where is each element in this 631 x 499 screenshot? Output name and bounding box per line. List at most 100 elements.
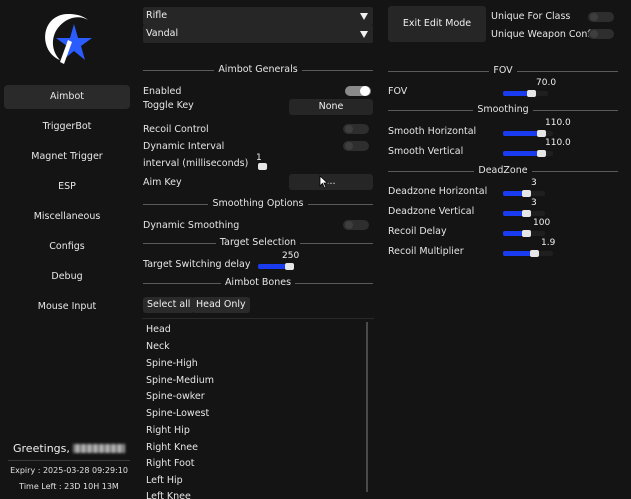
greeting: Greetings, (13, 442, 125, 455)
list-item[interactable]: Left Hip (146, 475, 183, 486)
smooth-vertical-slider[interactable]: 110.0 (503, 138, 571, 157)
recoil-multiplier-slider[interactable]: 1.9 (503, 238, 555, 257)
aimbot-bones-header: Aimbot Bones (143, 277, 373, 289)
select-all-button[interactable]: Select all (143, 297, 195, 313)
interval-label: interval (milliseconds) (143, 158, 249, 169)
greeting-text: Greetings, (13, 442, 70, 455)
header-title: Smoothing (388, 104, 618, 116)
list-item[interactable]: Head (146, 324, 171, 335)
fov-label: FOV (388, 86, 408, 97)
fov-slider[interactable]: 70.0 (503, 78, 556, 97)
aimbot-generals-header: Aimbot Generals (143, 64, 373, 76)
slider-value: 110.0 (545, 138, 571, 148)
enabled-label: Enabled (143, 86, 182, 97)
deadzone-horizontal-slider[interactable]: 3 (503, 178, 545, 197)
sidebar-item-miscellaneous[interactable]: Miscellaneous (4, 205, 130, 229)
slider-value: 1.9 (541, 238, 556, 248)
dynamic-smoothing-toggle[interactable] (343, 220, 369, 230)
recoil-control-toggle[interactable] (343, 124, 369, 134)
slider-thumb[interactable] (530, 250, 539, 257)
deadzone-vertical-label: Deadzone Vertical (388, 206, 475, 217)
slider-value: 70.0 (536, 78, 557, 88)
smoothing-options-header: Smoothing Options (143, 198, 373, 210)
sidebar-item-aimbot[interactable]: Aimbot (4, 85, 130, 109)
slider-thumb[interactable] (526, 90, 536, 97)
recoil-delay-label: Recoil Delay (388, 226, 447, 237)
toggle-knob (345, 125, 353, 133)
sidebar-item-configs[interactable]: Configs (4, 235, 130, 259)
header-title: Aimbot Generals (143, 64, 373, 76)
deadzone-vertical-slider[interactable]: 3 (503, 198, 545, 217)
aim-key-label: Aim Key (143, 177, 182, 188)
list-item[interactable]: Neck (146, 341, 170, 352)
smooth-horizontal-slider[interactable]: 110.0 (503, 118, 571, 137)
smoothing-header: Smoothing (388, 104, 618, 116)
sidebar-item-debug[interactable]: Debug (4, 265, 130, 289)
bones-list: Head Neck Spine-High Spine-Medium Spine-… (143, 320, 373, 499)
sidebar-item-mouse-input[interactable]: Mouse Input (4, 295, 130, 319)
slider-thumb[interactable] (536, 150, 546, 157)
sidebar-item-esp[interactable]: ESP (4, 175, 130, 199)
toggle-key-button[interactable]: None (289, 99, 373, 115)
toggle-knob (345, 142, 353, 150)
slider-thumb[interactable] (522, 230, 532, 237)
header-title: Aimbot Bones (143, 277, 373, 289)
aim-key-button[interactable]: ... (289, 174, 373, 190)
toggle-knob (345, 221, 353, 229)
list-item[interactable]: Spine-owker (146, 391, 205, 402)
list-item[interactable]: Right Knee (146, 442, 198, 453)
unique-weapon-config-toggle[interactable] (588, 29, 614, 39)
sidebar-item-magnet-trigger[interactable]: Magnet Trigger (4, 145, 130, 169)
slider-thumb[interactable] (536, 130, 546, 137)
target-switching-delay-label: Target Switching delay (143, 259, 251, 270)
redacted-username (72, 444, 125, 453)
list-item[interactable]: Left Knee (146, 491, 191, 499)
header-title: DeadZone (388, 165, 618, 177)
head-only-button[interactable]: Head Only (192, 297, 250, 313)
enabled-toggle[interactable] (345, 86, 371, 96)
sidebar: Aimbot TriggerBot Magnet Trigger ESP Mis… (0, 0, 134, 499)
slider-fill (503, 131, 541, 136)
header-title: Target Selection (143, 237, 373, 249)
target-switching-delay-slider[interactable]: 250 (258, 251, 299, 270)
deadzone-header: DeadZone (388, 165, 618, 177)
list-item[interactable]: Spine-Lowest (146, 408, 209, 419)
divider (8, 460, 130, 461)
interval-slider[interactable]: 1 (256, 153, 268, 170)
time-left-text: Time Left : 23D 10H 13M (19, 482, 119, 491)
recoil-delay-slider[interactable]: 100 (503, 218, 550, 237)
slider-value: 100 (533, 218, 551, 228)
smooth-vertical-label: Smooth Vertical (388, 146, 464, 157)
unique-for-class-toggle[interactable] (588, 12, 614, 22)
slider-thumb[interactable] (258, 163, 267, 170)
slider-thumb[interactable] (522, 190, 532, 197)
unique-weapon-config-label: Unique Weapon Config (491, 29, 600, 40)
unique-for-class-label: Unique For Class (491, 11, 571, 22)
toggle-knob (360, 86, 370, 96)
toggle-knob (590, 30, 598, 38)
bones-scrollbar[interactable] (366, 322, 368, 492)
chevron-down-icon (360, 31, 368, 38)
smooth-horizontal-label: Smooth Horizontal (388, 126, 477, 137)
slider-thumb[interactable] (284, 263, 294, 270)
slider-fill (503, 151, 541, 156)
sidebar-item-triggerbot[interactable]: TriggerBot (4, 115, 130, 139)
weapon-class-value: Rifle (146, 10, 168, 21)
fov-header: FOV (388, 65, 618, 77)
weapon-select[interactable]: Vandal (143, 25, 373, 43)
list-item[interactable]: Spine-High (146, 358, 198, 369)
exit-edit-mode-button[interactable]: Exit Edit Mode (388, 6, 486, 42)
list-item[interactable]: Right Foot (146, 458, 195, 469)
deadzone-horizontal-label: Deadzone Horizontal (388, 186, 488, 197)
toggle-knob (590, 13, 598, 21)
toggle-key-label: Toggle Key (143, 100, 194, 111)
mouse-cursor-icon (319, 175, 329, 189)
dynamic-smoothing-label: Dynamic Smoothing (143, 220, 240, 231)
list-item[interactable]: Right Hip (146, 425, 190, 436)
slider-thumb[interactable] (522, 210, 532, 217)
dynamic-interval-label: Dynamic Interval (143, 141, 225, 152)
dynamic-interval-toggle[interactable] (343, 141, 369, 151)
list-item[interactable]: Spine-Medium (146, 375, 214, 386)
recoil-control-label: Recoil Control (143, 124, 209, 135)
weapon-class-select[interactable]: Rifle (143, 7, 373, 25)
